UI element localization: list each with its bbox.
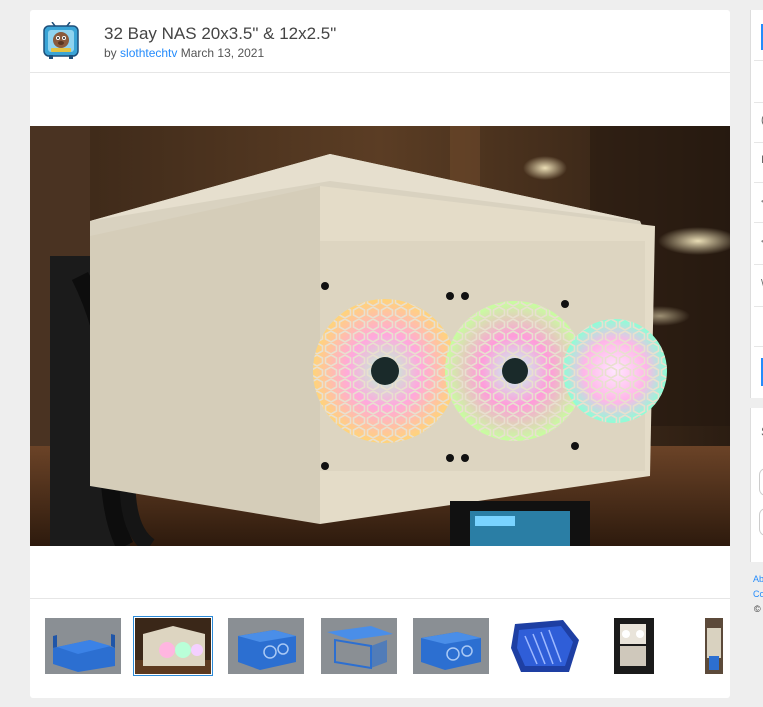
avatar-circle[interactable] [759, 508, 763, 536]
thumbnail-4[interactable] [321, 618, 397, 674]
viewer-divider [30, 598, 730, 599]
creator-avatar[interactable] [43, 21, 79, 60]
divider [754, 182, 763, 183]
footer-link-about[interactable]: Ab [753, 574, 763, 584]
divider [754, 102, 763, 103]
thumbnail-7[interactable] [612, 618, 688, 674]
thumbnail-6[interactable] [507, 618, 583, 674]
right-sidebar-panel-2: S [750, 408, 763, 562]
avatar-circle[interactable] [759, 468, 763, 496]
thumbnail-8[interactable] [705, 618, 730, 674]
thumbnail-1[interactable] [45, 618, 121, 674]
right-sidebar-panel: ( I < < \ [750, 10, 763, 398]
author-link[interactable]: slothtechtv [120, 46, 177, 60]
footer-copyright: © [754, 604, 761, 614]
thing-title: 32 Bay NAS 20x3.5" & 12x2.5" [104, 24, 337, 43]
divider [754, 264, 763, 265]
divider [754, 306, 763, 307]
divider [754, 60, 763, 61]
main-photo[interactable] [30, 126, 730, 546]
divider [754, 346, 763, 347]
thing-header: 32 Bay NAS 20x3.5" & 12x2.5" by slothtec… [30, 10, 730, 73]
by-label: by [104, 46, 117, 60]
thumbnail-5[interactable] [413, 618, 489, 674]
thumbnail-2[interactable] [133, 616, 213, 676]
footer-link-contact[interactable]: Co [753, 589, 763, 599]
divider [754, 142, 763, 143]
thing-card: 32 Bay NAS 20x3.5" & 12x2.5" by slothtec… [30, 10, 730, 698]
thumbnail-strip [30, 616, 730, 678]
thing-byline: by slothtechtv March 13, 2021 [104, 46, 264, 60]
image-viewer[interactable] [30, 73, 730, 599]
publish-date: March 13, 2021 [180, 46, 265, 60]
thumbnail-3[interactable] [228, 618, 304, 674]
divider [754, 222, 763, 223]
